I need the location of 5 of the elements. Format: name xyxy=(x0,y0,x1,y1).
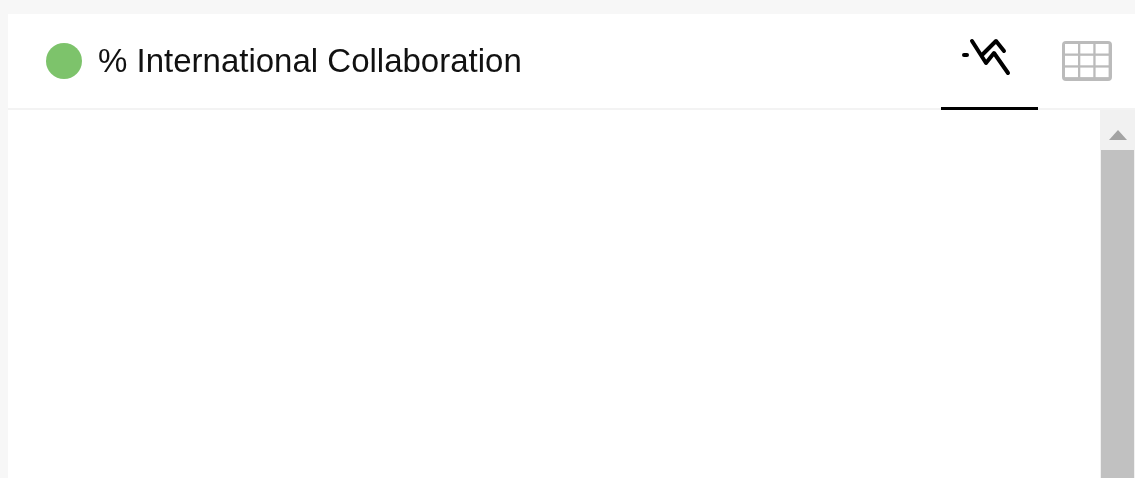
panel-title: % International Collaboration xyxy=(98,42,522,80)
scroll-thumb[interactable] xyxy=(1101,150,1134,478)
scrollbar[interactable] xyxy=(1100,110,1135,478)
table-icon xyxy=(1061,40,1112,81)
scroll-up-icon[interactable] xyxy=(1108,130,1127,140)
